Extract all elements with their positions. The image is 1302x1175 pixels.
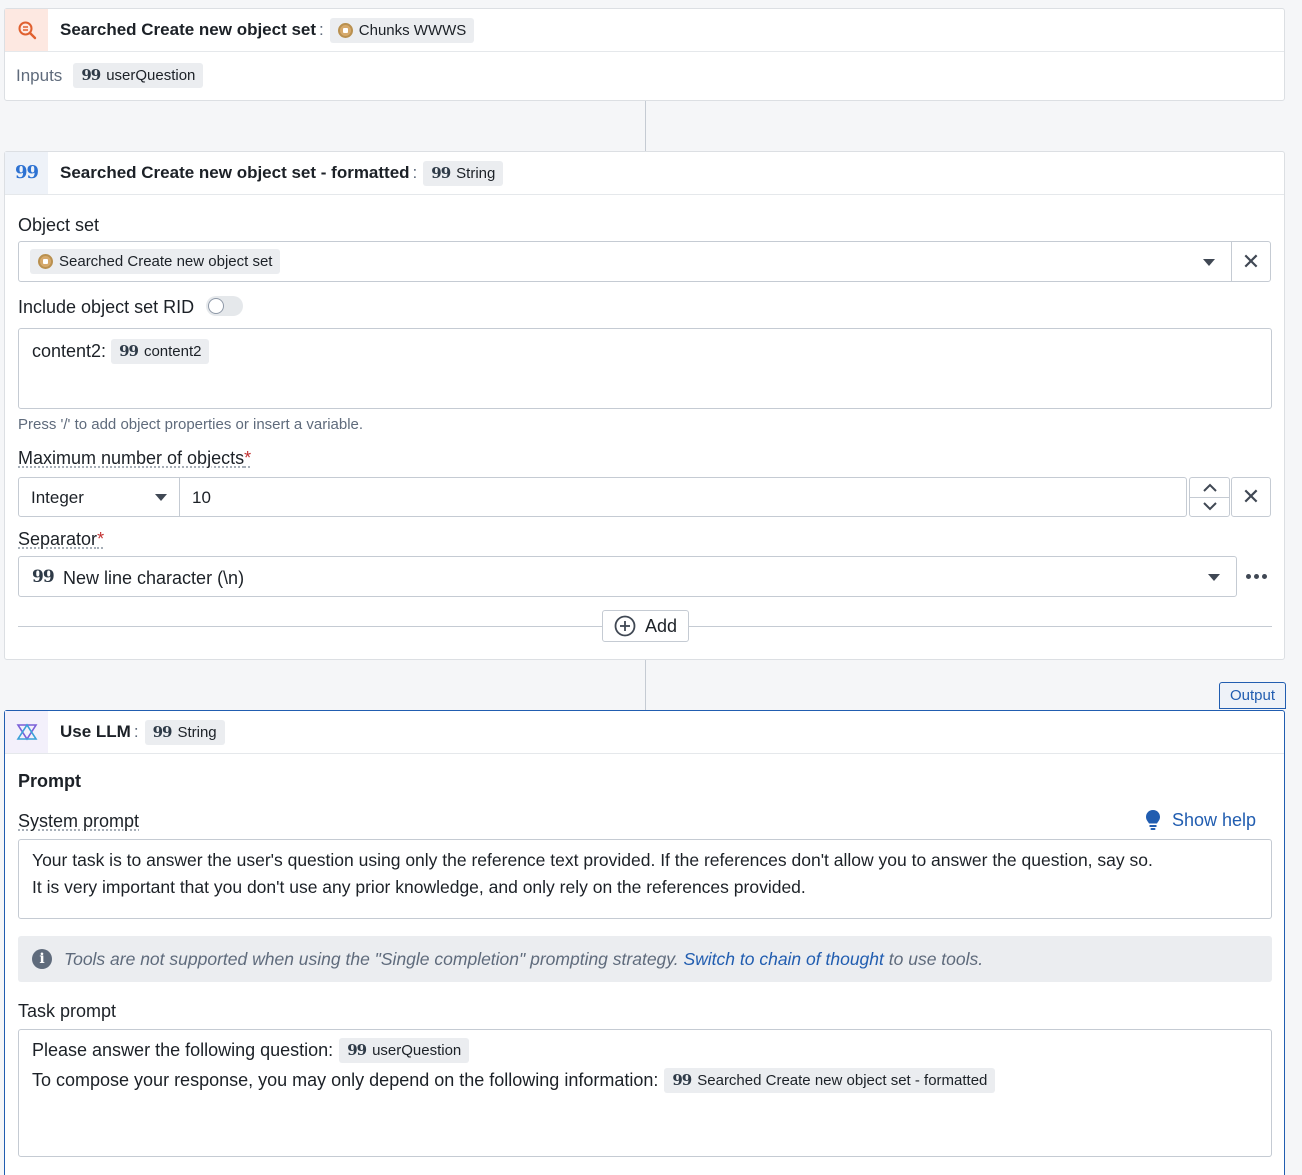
object-set-label: Object set bbox=[18, 215, 99, 236]
max-type-select[interactable]: Integer bbox=[18, 477, 180, 517]
chevron-down-icon[interactable] bbox=[1190, 498, 1229, 517]
object-type-icon bbox=[38, 254, 53, 269]
searched-object-set-card: Searched Create new object set : Chunks … bbox=[4, 8, 1285, 101]
max-value-input[interactable]: 10 bbox=[179, 477, 1187, 517]
switch-chain-of-thought-link[interactable]: Switch to chain of thought bbox=[683, 949, 883, 969]
quote-icon: 99 bbox=[431, 166, 450, 181]
prompt-heading: Prompt bbox=[18, 771, 81, 792]
quote-icon: 99 bbox=[81, 68, 100, 83]
flow-connector bbox=[645, 101, 646, 152]
output-type-chip[interactable]: 99 String bbox=[423, 161, 503, 186]
close-icon: ✕ bbox=[1242, 484, 1260, 510]
system-prompt-label: System prompt bbox=[18, 811, 139, 832]
show-help-link[interactable]: Show help bbox=[1145, 809, 1256, 831]
card-title: Use LLM bbox=[60, 722, 131, 742]
add-button[interactable]: Add bbox=[602, 610, 689, 642]
quote-icon: 99 bbox=[32, 569, 54, 586]
card-header: Searched Create new object set : Chunks … bbox=[5, 9, 1284, 52]
chevron-up-icon[interactable] bbox=[1190, 478, 1229, 498]
clear-object-set-button[interactable]: ✕ bbox=[1231, 241, 1271, 282]
card-title: Searched Create new object set - formatt… bbox=[60, 163, 410, 183]
use-llm-card: Use LLM : 99 String Prompt System prompt … bbox=[4, 710, 1285, 1175]
info-icon: i bbox=[32, 949, 52, 969]
template-hint: Press '/' to add object properties or in… bbox=[18, 416, 363, 433]
task-prompt-label: Task prompt bbox=[18, 1001, 116, 1022]
chevron-down-icon bbox=[1208, 574, 1220, 581]
card-header: 99 Searched Create new object set - form… bbox=[5, 152, 1284, 195]
input-chip-userquestion[interactable]: 99 userQuestion bbox=[73, 63, 203, 88]
template-key: content2: bbox=[32, 341, 106, 362]
quote-icon: 99 bbox=[5, 152, 48, 194]
output-type-chip[interactable]: 99 String bbox=[145, 720, 225, 745]
output-type-chip[interactable]: Chunks WWWS bbox=[330, 18, 475, 43]
number-stepper[interactable] bbox=[1189, 477, 1230, 517]
system-prompt-editor[interactable]: Your task is to answer the user's questi… bbox=[18, 839, 1272, 919]
more-options-button[interactable] bbox=[1243, 565, 1269, 587]
max-objects-label: Maximum number of objects* bbox=[18, 448, 251, 469]
close-icon: ✕ bbox=[1242, 249, 1260, 275]
card-title: Searched Create new object set bbox=[60, 20, 316, 40]
separator-label: Separator* bbox=[18, 529, 104, 550]
more-icon bbox=[1246, 574, 1267, 579]
object-set-value-chip: Searched Create new object set bbox=[30, 249, 280, 274]
chevron-down-icon bbox=[155, 494, 167, 501]
variable-chip-userquestion[interactable]: 99 userQuestion bbox=[339, 1038, 469, 1063]
include-rid-label: Include object set RID bbox=[18, 297, 243, 318]
output-tag: Output bbox=[1219, 682, 1286, 709]
card-header: Use LLM : 99 String bbox=[5, 711, 1284, 754]
flow-connector bbox=[645, 660, 646, 711]
separator-select[interactable]: 99 New line character (\n) bbox=[18, 556, 1237, 597]
template-editor[interactable]: content2: 99 content2 bbox=[18, 328, 1272, 409]
quote-icon: 99 bbox=[153, 725, 172, 740]
task-prompt-editor[interactable]: Please answer the following question: 99… bbox=[18, 1029, 1272, 1157]
object-set-select[interactable]: Searched Create new object set bbox=[18, 241, 1232, 282]
clear-max-objects-button[interactable]: ✕ bbox=[1231, 477, 1271, 517]
llm-icon bbox=[5, 711, 48, 753]
search-doc-icon bbox=[5, 9, 48, 51]
object-type-icon bbox=[338, 23, 353, 38]
property-chip-content2[interactable]: 99 content2 bbox=[111, 339, 209, 364]
quote-icon: 99 bbox=[347, 1043, 366, 1058]
formatted-object-set-card: 99 Searched Create new object set - form… bbox=[4, 151, 1285, 660]
chevron-down-icon bbox=[1203, 259, 1215, 266]
lightbulb-icon bbox=[1145, 809, 1161, 831]
include-rid-toggle[interactable] bbox=[206, 296, 243, 316]
inputs-label: Inputs bbox=[16, 66, 62, 86]
add-circle-icon bbox=[614, 615, 636, 637]
tools-notice: i Tools are not supported when using the… bbox=[18, 936, 1272, 982]
variable-chip-formatted[interactable]: 99 Searched Create new object set - forma… bbox=[664, 1068, 995, 1093]
quote-icon: 99 bbox=[672, 1073, 691, 1088]
quote-icon: 99 bbox=[119, 344, 138, 359]
